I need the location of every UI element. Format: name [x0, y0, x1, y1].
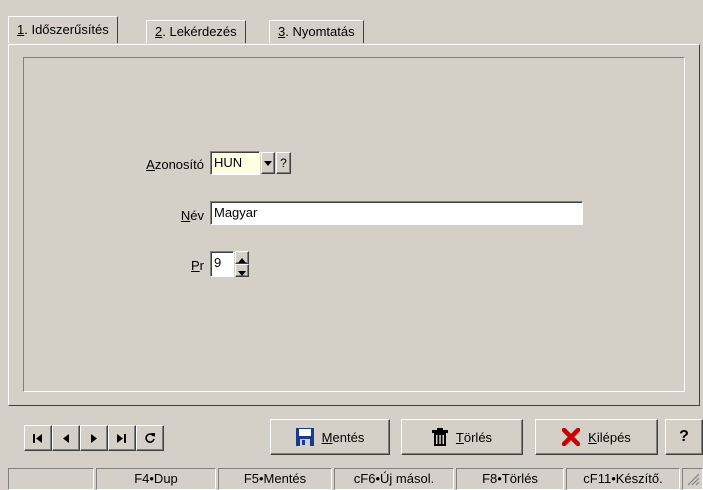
floppy-disk-icon [295, 428, 314, 446]
status-panel-delete: F8•Törlés [456, 468, 564, 490]
pr-spinner [235, 251, 249, 277]
status-panel-creator: cF11•Készítő. [566, 468, 680, 490]
previous-record-button[interactable] [52, 425, 80, 451]
save-button[interactable]: Mentés [270, 419, 390, 455]
pr-spin-field[interactable]: 9 [210, 251, 234, 277]
tab-nyomtatas[interactable]: 3. Nyomtatás [269, 20, 364, 43]
tab-lekerdezes[interactable]: 2. Lekérdezés [146, 20, 246, 43]
tab-label: . Lekérdezés [162, 24, 237, 39]
spin-down-button[interactable] [235, 264, 249, 277]
status-bar: F4•Dup F5•Mentés cF6•Új másol. F8•Törlés… [0, 466, 703, 490]
status-panel-copy: cF6•Új másol. [334, 468, 454, 490]
first-record-icon [33, 433, 42, 443]
nev-field[interactable]: Magyar [210, 201, 583, 225]
spin-up-button[interactable] [235, 251, 249, 264]
status-panel-save: F5•Mentés [218, 468, 332, 490]
exit-button[interactable]: Kilépés [535, 419, 658, 455]
status-panel-dup: F4•Dup [96, 468, 216, 490]
chevron-down-icon [238, 271, 246, 276]
tab-label: . Időszerűsítés [24, 22, 109, 37]
pr-label: Pr [190, 258, 204, 273]
chevron-up-icon [238, 258, 246, 263]
tab-page [8, 44, 700, 406]
size-grip-icon [687, 473, 699, 486]
delete-label: Törlés [455, 429, 493, 445]
next-record-button[interactable] [80, 425, 108, 451]
first-record-button[interactable] [24, 425, 52, 451]
azonosito-field[interactable]: HUN [210, 151, 260, 175]
save-label: Mentés [321, 429, 365, 445]
azonosito-dropdown-button[interactable] [261, 152, 275, 174]
trash-can-icon [431, 428, 448, 446]
exit-label: Kilépés [588, 429, 631, 445]
help-button[interactable]: ? [665, 419, 703, 455]
tab-label: . Nyomtatás [285, 24, 355, 39]
lookup-button[interactable]: ? [276, 152, 291, 174]
chevron-down-icon [264, 161, 272, 166]
next-record-icon [91, 433, 97, 443]
refresh-icon [145, 433, 155, 443]
previous-record-icon [63, 433, 69, 443]
nev-label: Név [180, 208, 204, 223]
red-x-icon [562, 428, 581, 446]
size-grip[interactable] [682, 468, 703, 490]
delete-button[interactable]: Törlés [401, 419, 523, 455]
last-record-button[interactable] [108, 425, 136, 451]
azonosito-label: Azonosító [146, 157, 204, 172]
last-record-icon [117, 433, 126, 443]
status-panel-empty [8, 468, 94, 490]
tab-idoszerusites[interactable]: 1. Időszerűsítés [8, 16, 118, 43]
refresh-button[interactable] [136, 425, 164, 451]
